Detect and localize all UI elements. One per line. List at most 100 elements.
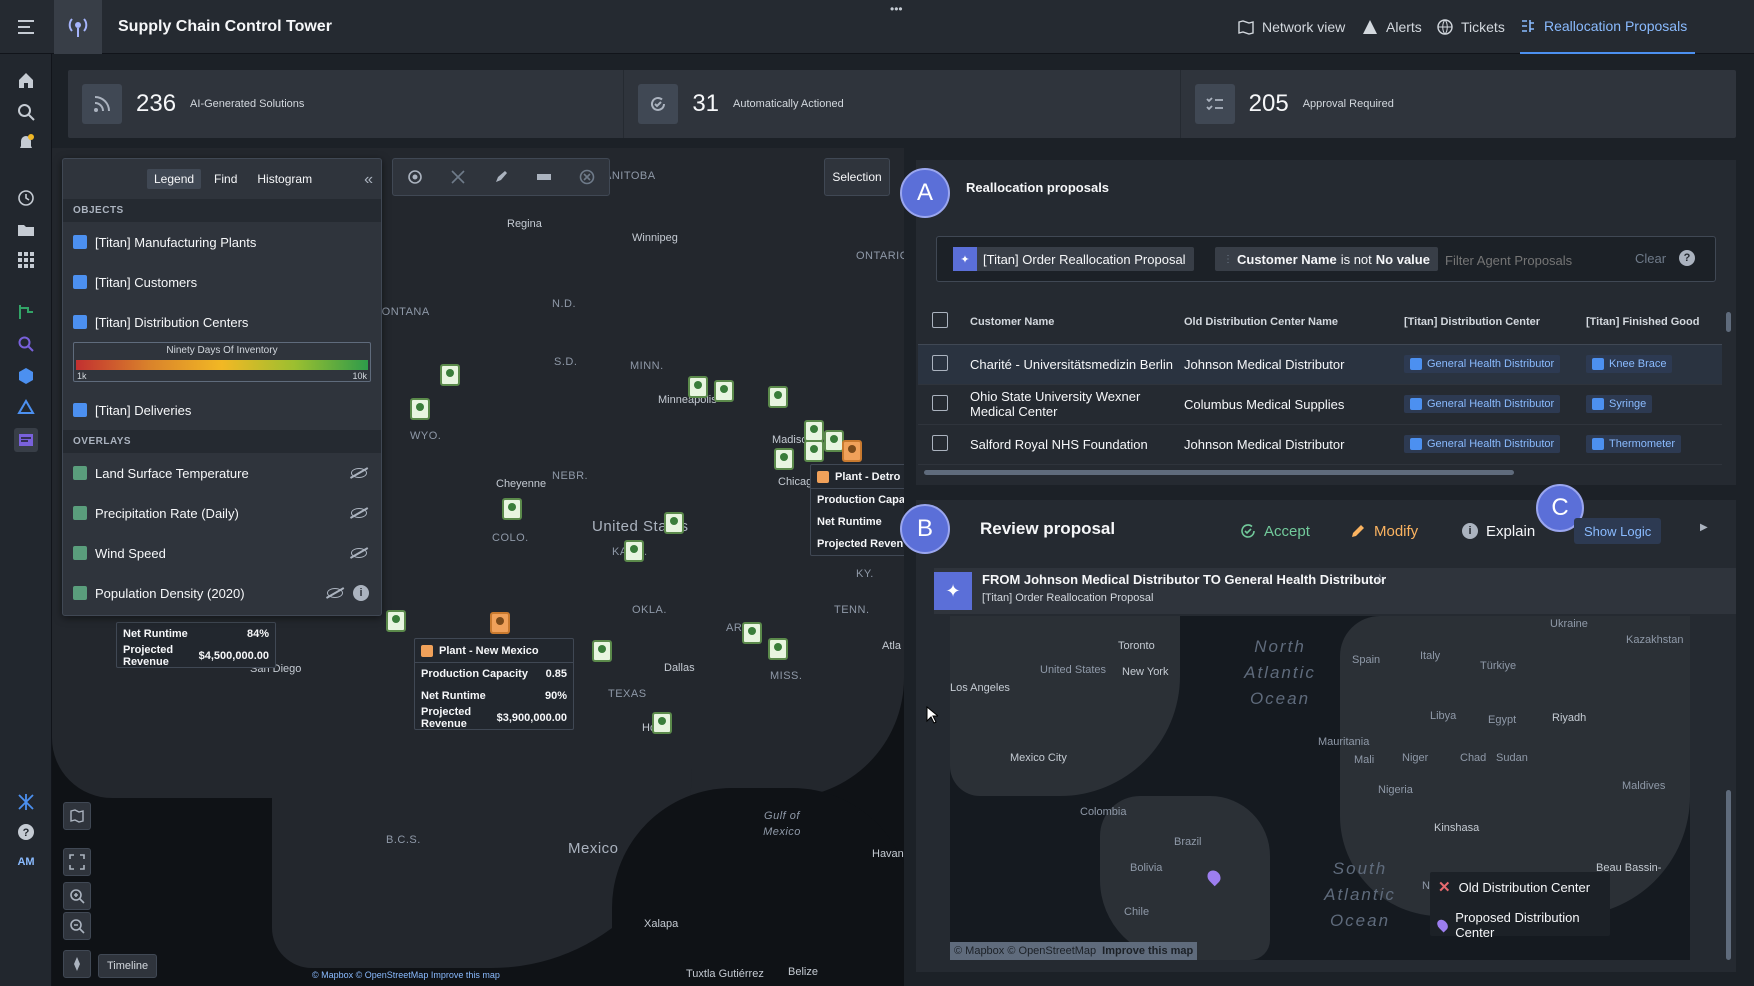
attribution-text[interactable]: © Mapbox © OpenStreetMap xyxy=(954,945,1096,957)
overlay-item-temperature[interactable]: Land Surface Temperature xyxy=(63,453,381,493)
tab-network-view[interactable]: Network view xyxy=(1238,0,1345,54)
overlay-item-wind[interactable]: Wind Speed xyxy=(63,533,381,573)
improve-map-link[interactable]: Improve this map xyxy=(1102,945,1193,957)
modify-button[interactable]: Modify xyxy=(1350,520,1418,542)
tab-tickets[interactable]: Tickets xyxy=(1437,0,1505,54)
folder-icon[interactable] xyxy=(14,218,38,242)
plant-marker[interactable] xyxy=(490,612,510,634)
ai-icon[interactable] xyxy=(14,790,38,814)
customer-marker[interactable] xyxy=(768,638,788,660)
customer-marker[interactable] xyxy=(664,512,684,534)
compass-icon[interactable] xyxy=(63,950,91,978)
object-type-chip[interactable]: ✦ [Titan] Order Reallocation Proposal xyxy=(953,247,1194,271)
customer-marker[interactable] xyxy=(440,364,460,386)
customer-marker[interactable] xyxy=(804,420,824,442)
customer-marker[interactable] xyxy=(774,448,794,470)
clear-icon[interactable] xyxy=(578,168,596,186)
dc-link[interactable]: General Health Distributor xyxy=(1404,355,1561,373)
map-layers-icon[interactable] xyxy=(63,802,91,830)
workflow-icon[interactable] xyxy=(14,300,38,324)
history-icon[interactable] xyxy=(14,186,38,210)
table-horizontal-scrollbar[interactable] xyxy=(924,470,1514,475)
legend-item-customers[interactable]: [Titan] Customers xyxy=(63,262,381,302)
customer-marker[interactable] xyxy=(824,430,844,452)
customer-marker[interactable] xyxy=(804,440,824,462)
col-old-dc[interactable]: Old Distribution Center Name xyxy=(1184,300,1404,345)
menu-icon[interactable] xyxy=(16,17,36,37)
help-icon[interactable]: ? xyxy=(14,820,38,844)
overlay-item-precipitation[interactable]: Precipitation Rate (Daily) xyxy=(63,493,381,533)
legend-item-deliveries[interactable]: [Titan] Deliveries xyxy=(63,390,381,430)
object-icon[interactable] xyxy=(14,364,38,388)
zoom-in-icon[interactable] xyxy=(63,882,91,910)
tab-reallocation-proposals[interactable]: Reallocation Proposals xyxy=(1520,0,1696,54)
favorite-star-icon[interactable]: ☆ xyxy=(1374,571,1386,587)
table-row[interactable]: Charité - Universitätsmedizin Berlin Joh… xyxy=(918,344,1722,385)
customer-marker[interactable] xyxy=(592,640,612,662)
col-finished-good[interactable]: [Titan] Finished Good xyxy=(1586,300,1722,345)
help-icon[interactable]: ? xyxy=(1679,250,1695,266)
customer-marker[interactable] xyxy=(652,712,672,734)
filter-search-input[interactable] xyxy=(1445,249,1605,271)
table-vertical-scrollbar[interactable] xyxy=(1726,312,1731,332)
tab-find[interactable]: Find xyxy=(207,169,244,189)
eye-off-icon[interactable] xyxy=(351,548,367,558)
customer-marker[interactable] xyxy=(714,380,734,402)
eye-off-icon[interactable] xyxy=(327,588,343,598)
legend-item-distribution-centers[interactable]: [Titan] Distribution Centers xyxy=(63,302,381,342)
plant-marker[interactable] xyxy=(842,440,862,462)
timeline-button[interactable]: Timeline xyxy=(98,954,158,978)
customer-marker[interactable] xyxy=(502,498,522,520)
dashboard-icon[interactable] xyxy=(14,428,38,452)
dc-link[interactable]: General Health Distributor xyxy=(1404,395,1561,413)
ruler-icon[interactable] xyxy=(535,168,553,186)
more-icon[interactable]: ••• xyxy=(890,2,903,16)
tab-alerts[interactable]: Alerts xyxy=(1362,0,1422,54)
table-row[interactable]: Salford Royal NHS Foundation Johnson Med… xyxy=(918,424,1722,465)
path-icon[interactable] xyxy=(449,168,467,186)
row-checkbox[interactable] xyxy=(932,394,948,411)
explain-button[interactable]: i Explain xyxy=(1462,520,1535,542)
row-checkbox[interactable] xyxy=(932,354,948,371)
overlay-item-population[interactable]: Population Density (2020) i xyxy=(63,573,381,613)
customer-marker[interactable] xyxy=(386,610,406,632)
map-attribution[interactable]: © Mapbox © OpenStreetMap Improve this ma… xyxy=(312,970,500,980)
eye-off-icon[interactable] xyxy=(351,468,367,478)
accept-button[interactable]: Accept xyxy=(1240,520,1310,542)
col-new-dc[interactable]: [Titan] Distribution Center xyxy=(1404,300,1586,345)
clear-button[interactable]: Clear xyxy=(1635,251,1666,266)
good-link[interactable]: Syringe xyxy=(1586,395,1653,413)
ontology-icon[interactable] xyxy=(14,396,38,420)
good-link[interactable]: Thermometer xyxy=(1586,435,1682,453)
proposal-map[interactable]: North Atlantic Ocean South Atlantic Ocea… xyxy=(950,616,1690,960)
dc-link[interactable]: General Health Distributor xyxy=(1404,435,1561,453)
home-icon[interactable] xyxy=(14,68,38,92)
draw-icon[interactable] xyxy=(492,168,510,186)
good-link[interactable]: Knee Brace xyxy=(1586,355,1673,373)
tab-legend[interactable]: Legend xyxy=(147,169,202,189)
show-logic-button[interactable]: Show Logic xyxy=(1574,518,1662,544)
expand-right-icon[interactable]: ▶ xyxy=(1700,522,1708,533)
selection-button[interactable]: Selection xyxy=(824,158,890,196)
target-icon[interactable] xyxy=(406,168,424,186)
review-vertical-scrollbar[interactable] xyxy=(1726,790,1731,960)
fit-bounds-icon[interactable] xyxy=(63,848,91,876)
eye-off-icon[interactable] xyxy=(351,508,367,518)
info-icon[interactable]: i xyxy=(353,585,369,601)
notifications-icon[interactable] xyxy=(14,130,38,154)
search-icon[interactable] xyxy=(14,100,38,124)
col-customer-name[interactable]: Customer Name xyxy=(970,300,1184,345)
tab-histogram[interactable]: Histogram xyxy=(250,169,319,189)
user-avatar[interactable]: AM xyxy=(14,850,38,874)
customer-marker[interactable] xyxy=(688,376,708,398)
customer-marker[interactable] xyxy=(768,386,788,408)
table-row[interactable]: Ohio State University Wexner Medical Cen… xyxy=(918,384,1722,425)
explorer-icon[interactable] xyxy=(14,332,38,356)
collapse-icon[interactable]: « xyxy=(364,171,373,189)
condition-chip[interactable]: ⋮ Customer Name is not No value xyxy=(1215,247,1438,271)
customer-marker[interactable] xyxy=(410,398,430,420)
zoom-out-icon[interactable] xyxy=(63,912,91,940)
legend-item-plants[interactable]: [Titan] Manufacturing Plants xyxy=(63,222,381,262)
row-checkbox[interactable] xyxy=(932,434,948,451)
apps-grid-icon[interactable] xyxy=(14,248,38,272)
